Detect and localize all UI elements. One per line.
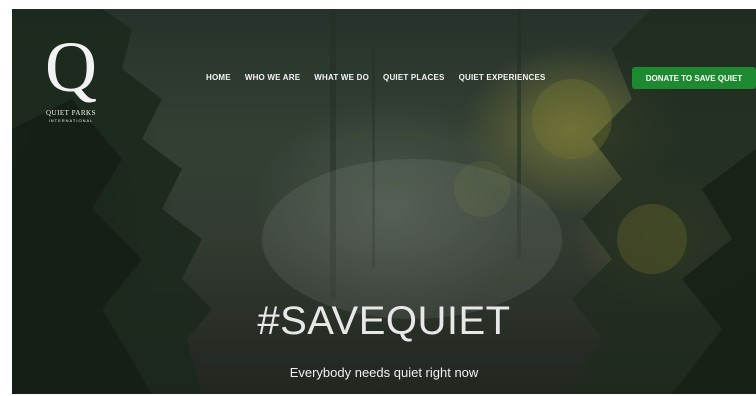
logo-name: QUIET PARKS [45, 109, 97, 117]
nav-item-home[interactable]: HOME [206, 73, 231, 82]
main-nav: HOME WHO WE ARE WHAT WE DO QUIET PLACES … [206, 73, 560, 82]
logo-q-mark: Q [45, 27, 97, 107]
nav-item-what-we-do[interactable]: WHAT WE DO [314, 73, 369, 82]
hero-tagline: Everybody needs quiet right now [289, 365, 479, 380]
quiet-parks-logo[interactable]: Q QUIET PARKS INTERNATIONAL [36, 27, 106, 131]
donate-button[interactable]: DONATE TO SAVE QUIET [632, 67, 756, 89]
logo-sub: INTERNATIONAL [48, 118, 94, 123]
nav-item-quiet-places[interactable]: QUIET PLACES [383, 73, 445, 82]
nav-item-who-we-are[interactable]: WHO WE ARE [245, 73, 300, 82]
nav-item-quiet-experiences[interactable]: QUIET EXPERIENCES [459, 73, 546, 82]
hero-headline: #SAVEQUIET [257, 299, 511, 343]
hero-background: Q QUIET PARKS INTERNATIONAL HOME WHO WE … [12, 9, 756, 394]
